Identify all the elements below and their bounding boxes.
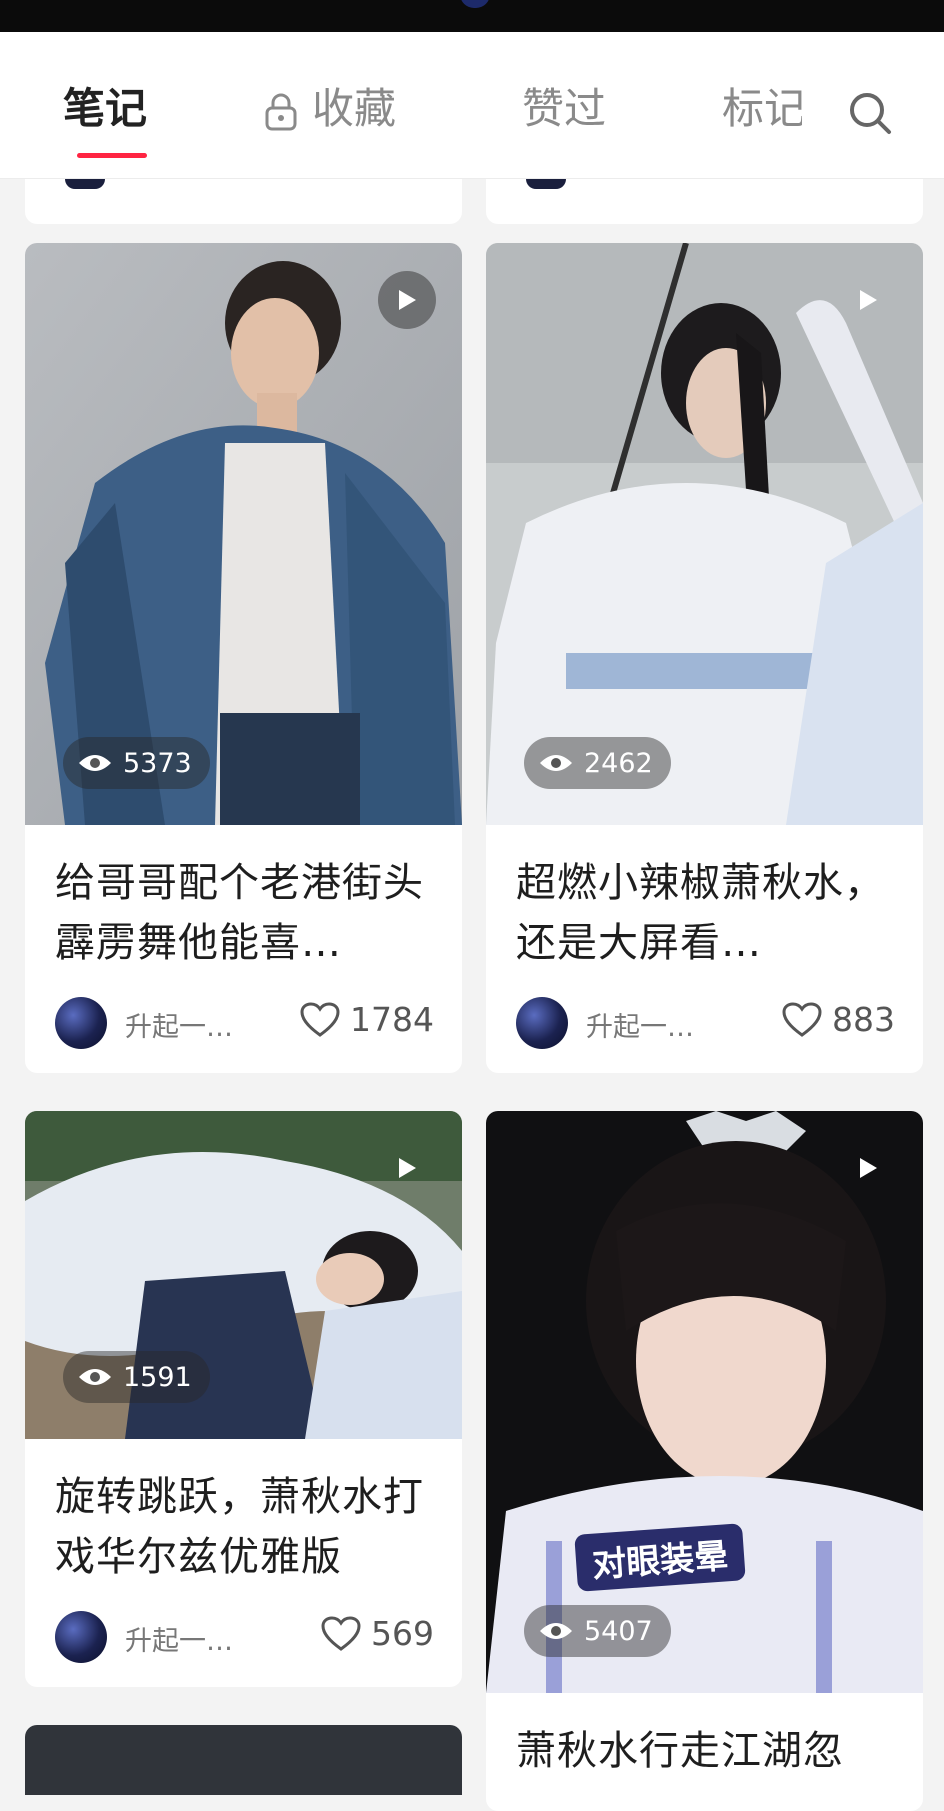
active-tab-indicator (77, 153, 147, 158)
video-sticker-text: 对眼装晕 (574, 1523, 746, 1592)
eye-icon (79, 1369, 111, 1385)
note-card[interactable]: 2462 超燃小辣椒萧秋水，还是大屏看… 升起一… 883 (486, 243, 923, 1073)
partial-card-left (25, 179, 462, 224)
play-icon (399, 1158, 416, 1178)
note-title: 旋转跳跃，萧秋水打戏华尔兹优雅版 (55, 1474, 424, 1580)
video-play-indicator (378, 1139, 436, 1197)
play-icon (860, 290, 877, 310)
eye-icon (540, 1623, 572, 1639)
note-title: 给哥哥配个老港街头霹雳舞他能喜… (55, 860, 424, 966)
status-bar (0, 0, 944, 32)
partial-card-right (486, 179, 923, 224)
video-play-indicator (378, 271, 436, 329)
note-card[interactable]: 5373 给哥哥配个老港街头霹雳舞他能喜… 升起一… 1784 (25, 243, 462, 1073)
partial-card-bottom-left (25, 1725, 462, 1795)
camera-notch (460, 0, 490, 8)
avatar[interactable] (55, 1611, 107, 1663)
like-button[interactable]: 569 (321, 1614, 434, 1653)
avatar[interactable] (55, 997, 107, 1049)
note-card[interactable]: 1591 旋转跳跃，萧秋水打戏华尔兹优雅版 升起一… 569 (25, 1111, 462, 1687)
play-icon (860, 1158, 877, 1178)
note-footer: 升起一… 569 (25, 1587, 462, 1687)
eye-icon (79, 755, 111, 771)
tab-collections[interactable]: 收藏 (264, 84, 396, 134)
heart-icon (782, 1001, 822, 1037)
video-play-indicator (839, 1139, 897, 1197)
view-count-badge: 1591 (63, 1351, 210, 1403)
note-thumbnail[interactable]: 1591 (25, 1111, 462, 1439)
note-footer: 升起一… 883 (486, 973, 923, 1073)
heart-icon (321, 1615, 361, 1651)
note-footer: 升起一… 1784 (25, 973, 462, 1073)
tab-tags[interactable]: 标记 (722, 84, 802, 134)
view-count-badge: 2462 (524, 737, 671, 789)
note-thumbnail[interactable]: 对眼装晕 5407 (486, 1111, 923, 1693)
tab-notes[interactable]: 笔记 (63, 84, 147, 134)
like-button[interactable]: 883 (782, 1000, 895, 1039)
note-card[interactable]: 对眼装晕 5407 萧秋水行走江湖忽 (486, 1111, 923, 1811)
heart-icon (300, 1001, 340, 1037)
search-icon[interactable] (845, 88, 895, 138)
tab-liked[interactable]: 赞过 (522, 84, 606, 134)
author-name[interactable]: 升起一… (586, 1005, 694, 1044)
note-title: 超燃小辣椒萧秋水，还是大屏看… (516, 860, 885, 966)
tab-bar: 笔记 收藏 赞过 标记 (0, 32, 944, 179)
lock-icon (265, 93, 297, 130)
like-button[interactable]: 1784 (300, 1000, 434, 1039)
video-play-indicator (839, 271, 897, 329)
view-count-badge: 5373 (63, 737, 210, 789)
avatar[interactable] (516, 997, 568, 1049)
view-count-badge: 5407 (524, 1605, 671, 1657)
note-thumbnail[interactable]: 5373 (25, 243, 462, 825)
author-name[interactable]: 升起一… (125, 1005, 233, 1044)
author-name[interactable]: 升起一… (125, 1619, 233, 1658)
play-icon (399, 290, 416, 310)
note-title: 萧秋水行走江湖忽 (516, 1728, 844, 1774)
eye-icon (540, 755, 572, 771)
note-thumbnail[interactable]: 2462 (486, 243, 923, 825)
